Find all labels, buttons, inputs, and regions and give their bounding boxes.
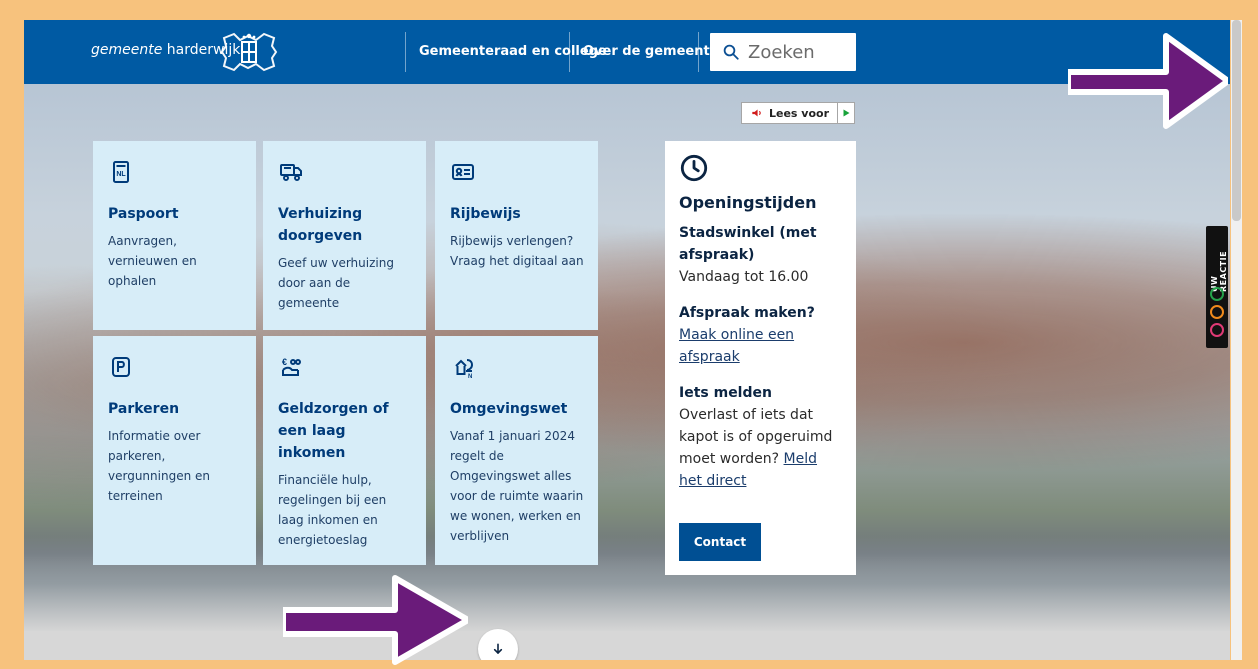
- tile-description: Informatie over parkeren, vergunningen e…: [108, 429, 210, 503]
- afspraak-title: Afspraak maken?: [679, 305, 815, 321]
- search-button[interactable]: Zoeken: [710, 33, 856, 71]
- site-header: gemeente harderwijk Gemeenteraad en coll…: [24, 20, 1230, 84]
- money-help-icon: €: [282, 357, 301, 376]
- stadswinkel-text: Vandaag tot 16.00: [679, 269, 809, 285]
- tile-description: Financiële hulp, regelingen bij een laag…: [278, 473, 387, 547]
- opening-hours-card: Openingstijden Stadswinkel (met afspraak…: [665, 141, 856, 575]
- search-icon: [723, 44, 739, 60]
- svg-text:NL: NL: [116, 171, 126, 178]
- tile-omgevingswet[interactable]: N Omgevingswet Vanaf 1 januari 2024 rege…: [435, 336, 598, 565]
- speaker-icon: [752, 109, 761, 117]
- nav-separator: [569, 32, 570, 72]
- clock-icon: [680, 154, 708, 182]
- environment-law-icon: N: [455, 359, 474, 380]
- opening-hours-title: Openingstijden: [679, 193, 817, 212]
- brand-italic: gemeente: [91, 42, 163, 58]
- tile-title: Geldzorgen of een laag inkomen: [278, 401, 389, 461]
- afspraak-text: Maak online een afspraak: [679, 324, 842, 368]
- annotation-arrow-down-icon: [283, 575, 468, 665]
- crest-icon: [220, 32, 278, 72]
- moving-truck-icon: [280, 164, 302, 181]
- tile-geldzorgen[interactable]: € Geldzorgen of een laag inkomen Financi…: [263, 336, 426, 565]
- scroll-down-button[interactable]: [478, 629, 518, 660]
- tile-description: Rijbewijs verlengen? Vraag het digitaal …: [450, 234, 584, 268]
- tile-parkeren[interactable]: Parkeren Informatie over parkeren, vergu…: [93, 336, 256, 565]
- svg-text:N: N: [468, 374, 472, 380]
- annotation-arrow-right-icon: [1068, 33, 1228, 129]
- tile-title: Omgevingswet: [450, 401, 568, 417]
- melden-text: Overlast of iets dat kapot is of opgerui…: [679, 404, 842, 492]
- feedback-label: UW REACTIE: [1210, 250, 1228, 292]
- tile-title: Parkeren: [108, 401, 180, 417]
- parking-icon: [112, 357, 130, 377]
- passport-icon: NL: [113, 161, 129, 183]
- read-aloud-text: Lees voor: [769, 106, 830, 120]
- svg-text:€: €: [282, 357, 287, 367]
- quick-links-grid: NL Paspoort Aanvragen, vernieuwen en oph…: [93, 141, 600, 565]
- contact-button[interactable]: Contact: [679, 523, 761, 561]
- drivers-license-icon: [452, 164, 474, 180]
- nav-separator: [698, 32, 699, 72]
- tile-title: Verhuizing doorgeven: [278, 206, 363, 244]
- browser-viewport: gemeente harderwijk Gemeenteraad en coll…: [24, 20, 1230, 660]
- afspraak-link[interactable]: Maak online een afspraak: [679, 327, 794, 365]
- tile-verhuizing-doorgeven[interactable]: Verhuizing doorgeven Geef uw verhuizing …: [263, 141, 426, 330]
- smile-neutral-icon[interactable]: [1210, 305, 1224, 319]
- arrow-down-icon: [493, 643, 503, 654]
- tile-paspoort[interactable]: NL Paspoort Aanvragen, vernieuwen en oph…: [93, 141, 256, 330]
- scrollbar-thumb[interactable]: [1232, 20, 1241, 221]
- tile-description: Vanaf 1 januari 2024 regelt de Omgevings…: [450, 429, 584, 543]
- smile-sad-icon[interactable]: [1210, 323, 1224, 337]
- search-label: Zoeken: [748, 41, 815, 63]
- tile-rijbewijs[interactable]: Rijbewijs Rijbewijs verlengen? Vraag het…: [435, 141, 598, 330]
- nav-gemeenteraad-en-college[interactable]: Gemeenteraad en college: [419, 44, 607, 59]
- tile-title: Rijbewijs: [450, 206, 521, 222]
- melden-title: Iets melden: [679, 385, 772, 401]
- tile-description: Geef uw verhuizing door aan de gemeente: [278, 256, 394, 310]
- read-aloud-play[interactable]: [838, 103, 854, 123]
- read-aloud-label[interactable]: Lees voor: [742, 103, 839, 123]
- feedback-widget[interactable]: UW REACTIE: [1206, 226, 1228, 348]
- read-aloud-bar[interactable]: Lees voor: [741, 102, 855, 124]
- tile-title: Paspoort: [108, 206, 179, 222]
- tile-description: Aanvragen, vernieuwen en ophalen: [108, 234, 197, 288]
- play-icon: [843, 109, 850, 117]
- nav-separator: [405, 32, 406, 72]
- stadswinkel-title: Stadswinkel (met afspraak): [679, 225, 817, 263]
- smile-happy-icon[interactable]: [1210, 287, 1224, 301]
